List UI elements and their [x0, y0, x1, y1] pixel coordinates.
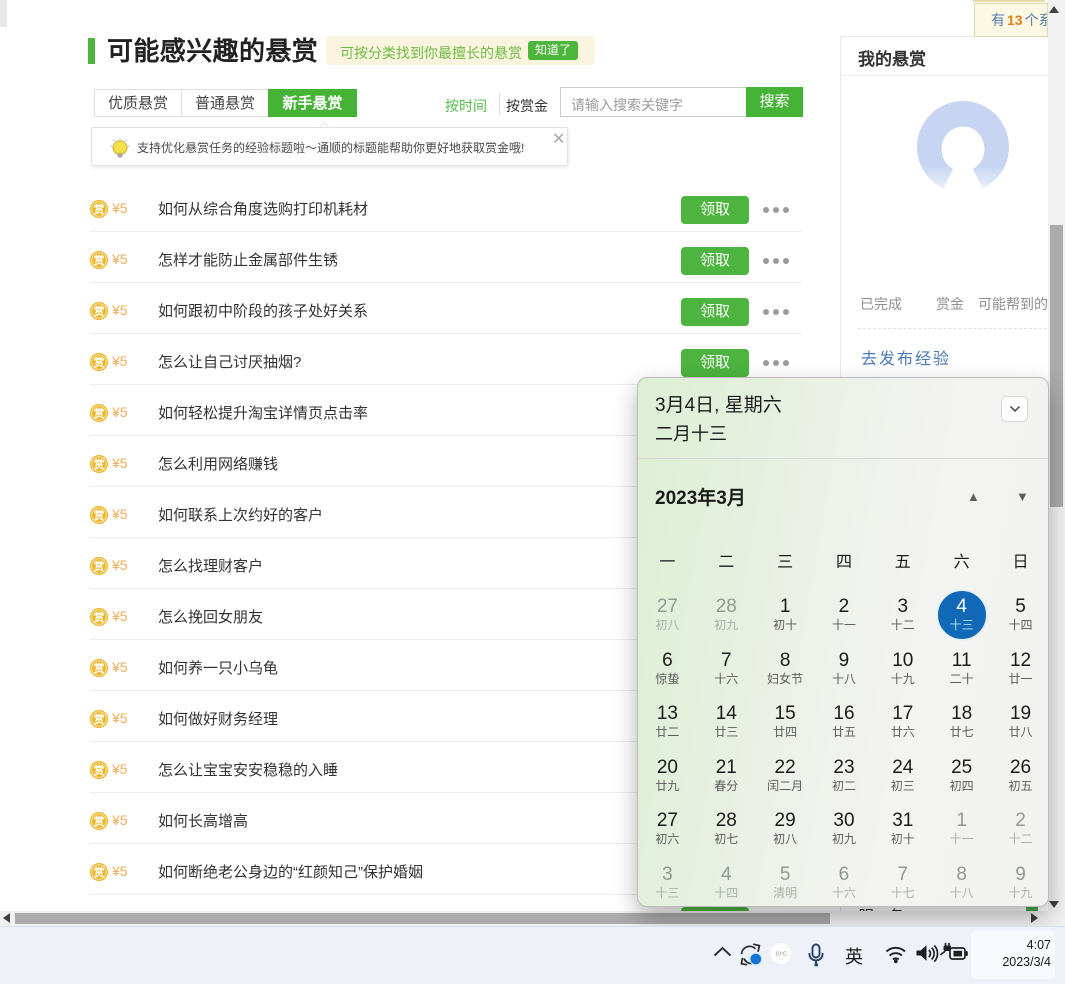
- svg-text:赏: 赏: [94, 764, 105, 777]
- svg-text:赏: 赏: [94, 815, 105, 828]
- svg-text:赏: 赏: [94, 458, 105, 471]
- svg-text:赏: 赏: [94, 407, 105, 420]
- svg-text:赏: 赏: [94, 713, 105, 726]
- svg-text:赏: 赏: [94, 509, 105, 522]
- svg-text:赏: 赏: [94, 305, 105, 318]
- svg-text:赏: 赏: [94, 560, 105, 573]
- svg-text:赏: 赏: [94, 611, 105, 624]
- svg-text:10°C: 10°C: [775, 952, 787, 958]
- svg-text:赏: 赏: [94, 662, 105, 675]
- svg-text:赏: 赏: [94, 356, 105, 369]
- svg-text:赏: 赏: [94, 254, 105, 267]
- svg-text:赏: 赏: [94, 203, 105, 216]
- svg-text:赏: 赏: [94, 866, 105, 879]
